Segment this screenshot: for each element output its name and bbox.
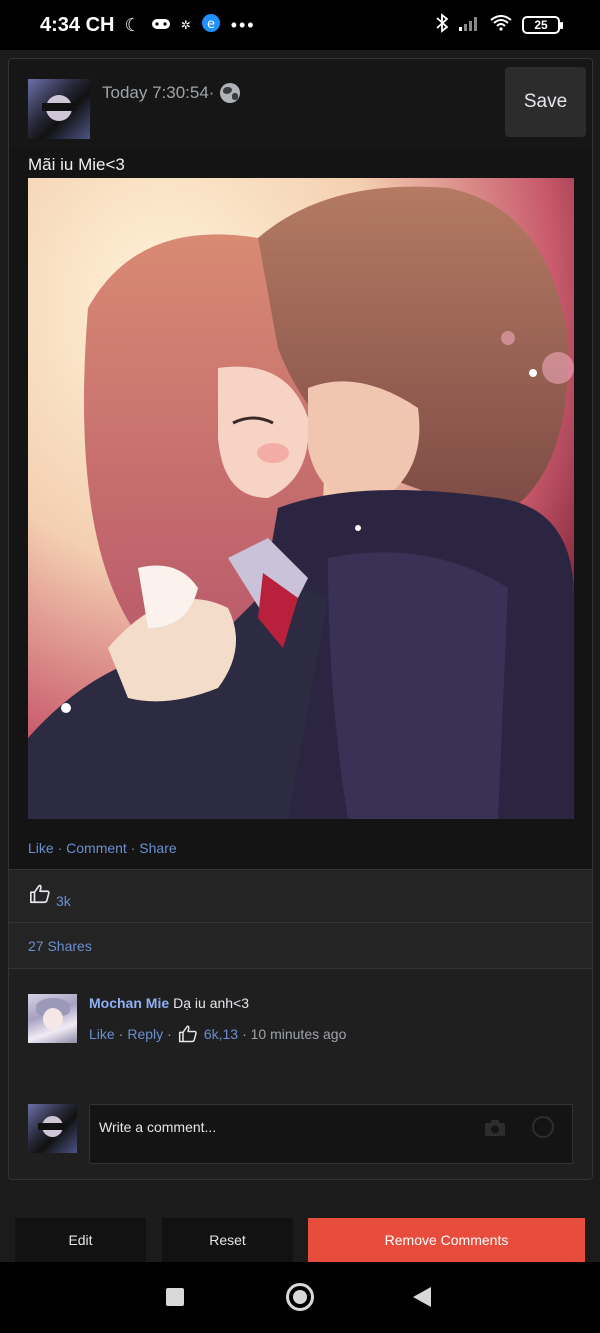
edge-icon: e <box>201 13 221 38</box>
battery-level: 25 <box>534 18 548 32</box>
post-card: Today 7:30:54· Save Mãi iu Mie<3 Like · … <box>8 58 593 1180</box>
timestamp-text: Today 7:30:54· <box>102 83 215 102</box>
bluetooth-icon <box>436 12 449 38</box>
status-time: 4:34 CH <box>40 13 115 36</box>
app-icon: ✲ <box>180 18 191 32</box>
remove-comments-button[interactable]: Remove Comments <box>308 1218 585 1262</box>
comment: Mochan Mie Dạ iu anh<3 <box>89 995 249 1011</box>
save-button[interactable]: Save <box>505 67 586 137</box>
comment-link[interactable]: Comment <box>66 840 127 856</box>
separator: · <box>118 1026 124 1042</box>
system-nav-bar <box>0 1262 600 1333</box>
more-icon: ••• <box>230 14 256 35</box>
comment-input[interactable]: Write a comment... <box>89 1104 573 1164</box>
post-timestamp: Today 7:30:54· <box>102 83 241 103</box>
avatar[interactable] <box>28 79 90 139</box>
comment-reaction-count[interactable]: 6k,13 <box>204 1026 238 1042</box>
thumbs-up-icon[interactable] <box>29 883 51 905</box>
share-link[interactable]: Share <box>139 840 176 856</box>
comment-input-placeholder: Write a comment... <box>99 1119 217 1135</box>
main-content: Today 7:30:54· Save Mãi iu Mie<3 Like · … <box>0 50 600 1261</box>
composer-avatar <box>28 1104 77 1153</box>
wifi-icon <box>490 14 512 36</box>
gamepad-icon <box>151 15 171 36</box>
status-left-icons: ☾ ✲ e ••• <box>124 13 255 38</box>
globe-icon <box>220 83 241 103</box>
svg-text:e: e <box>207 17 215 32</box>
like-link[interactable]: Like <box>28 840 54 856</box>
likes-count[interactable]: 3k <box>56 893 71 909</box>
home-icon[interactable] <box>286 1283 314 1311</box>
shares-row: 27 Shares <box>9 923 592 969</box>
post-image[interactable] <box>28 178 574 819</box>
comment-like-link[interactable]: Like <box>89 1026 115 1042</box>
recents-icon[interactable] <box>166 1288 184 1306</box>
comment-meta: Like · Reply · 6k,13 · 10 minutes ago <box>89 1024 346 1044</box>
post-body: Mãi iu Mie<3 Like · Comment · Share <box>9 149 592 869</box>
status-right: 25 <box>436 0 563 50</box>
comment-time: · 10 minutes ago <box>242 1026 347 1042</box>
bottom-action-bar: Edit Reset Remove Comments <box>0 1212 600 1262</box>
thumbs-up-icon[interactable] <box>178 1024 198 1044</box>
likes-row: 3k <box>9 869 592 923</box>
back-icon[interactable] <box>413 1287 431 1307</box>
reset-button[interactable]: Reset <box>162 1218 293 1262</box>
post-text: Mãi iu Mie<3 <box>28 155 125 174</box>
battery-icon: 25 <box>522 16 563 34</box>
post-actions: Like · Comment · Share <box>28 840 177 856</box>
status-bar: 4:34 CH ☾ ✲ e ••• 25 <box>0 0 600 50</box>
comments-area: Mochan Mie Dạ iu anh<3 Like · Reply · 6k,… <box>9 969 592 1179</box>
comment-reply-link[interactable]: Reply <box>127 1026 163 1042</box>
post-header: Today 7:30:54· Save <box>9 59 592 149</box>
emoji-icon[interactable] <box>532 1116 554 1138</box>
comment-text: Dạ iu anh<3 <box>173 995 250 1011</box>
camera-icon[interactable] <box>484 1119 506 1137</box>
moon-icon: ☾ <box>124 14 141 35</box>
shares-count[interactable]: 27 Shares <box>28 938 92 954</box>
separator: · <box>167 1026 172 1042</box>
comment-author[interactable]: Mochan Mie <box>89 995 169 1011</box>
edit-button[interactable]: Edit <box>15 1218 146 1262</box>
comment-avatar[interactable] <box>28 994 77 1043</box>
signal-icon <box>458 15 480 36</box>
